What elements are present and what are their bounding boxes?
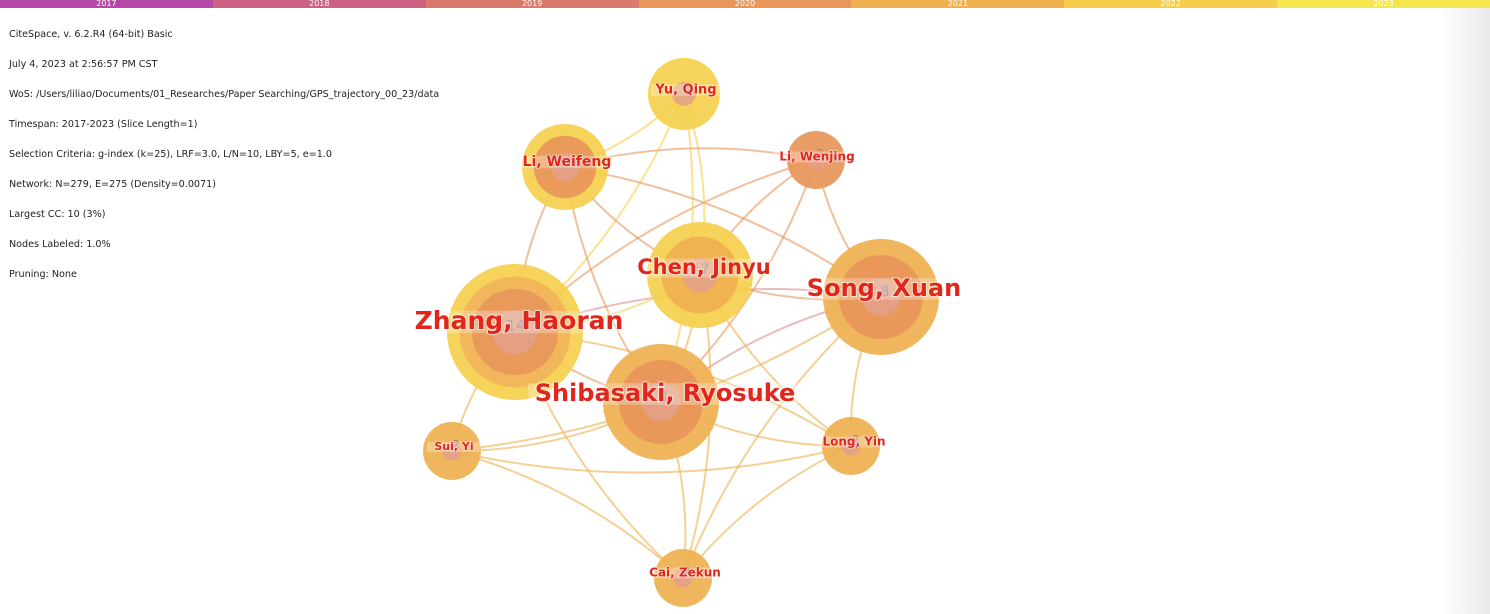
node-label-song[interactable]: Song, Xuan — [806, 273, 963, 303]
co-author-network[interactable]: 14Zhang, Haoran8Shibasaki, Ryosuke8Song,… — [0, 0, 1490, 614]
node-label-shibasaki[interactable]: Shibasaki, Ryosuke — [534, 378, 797, 408]
node-label-li_wenjing[interactable]: Li, Wenjing — [779, 149, 856, 164]
node-label-sui[interactable]: Sui, Yi — [434, 439, 475, 453]
node-label-cai[interactable]: Cai, Zekun — [648, 565, 721, 580]
node-label-li_weifeng[interactable]: Li, Weifeng — [522, 153, 612, 170]
node-label-zhang[interactable]: Zhang, Haoran — [414, 305, 625, 336]
node-label-long[interactable]: Long, Yin — [822, 434, 887, 449]
node-label-chen[interactable]: Chen, Jinyu — [636, 254, 772, 280]
link-long-cai — [682, 445, 852, 579]
node-label-yu[interactable]: Yu, Qing — [654, 82, 718, 98]
